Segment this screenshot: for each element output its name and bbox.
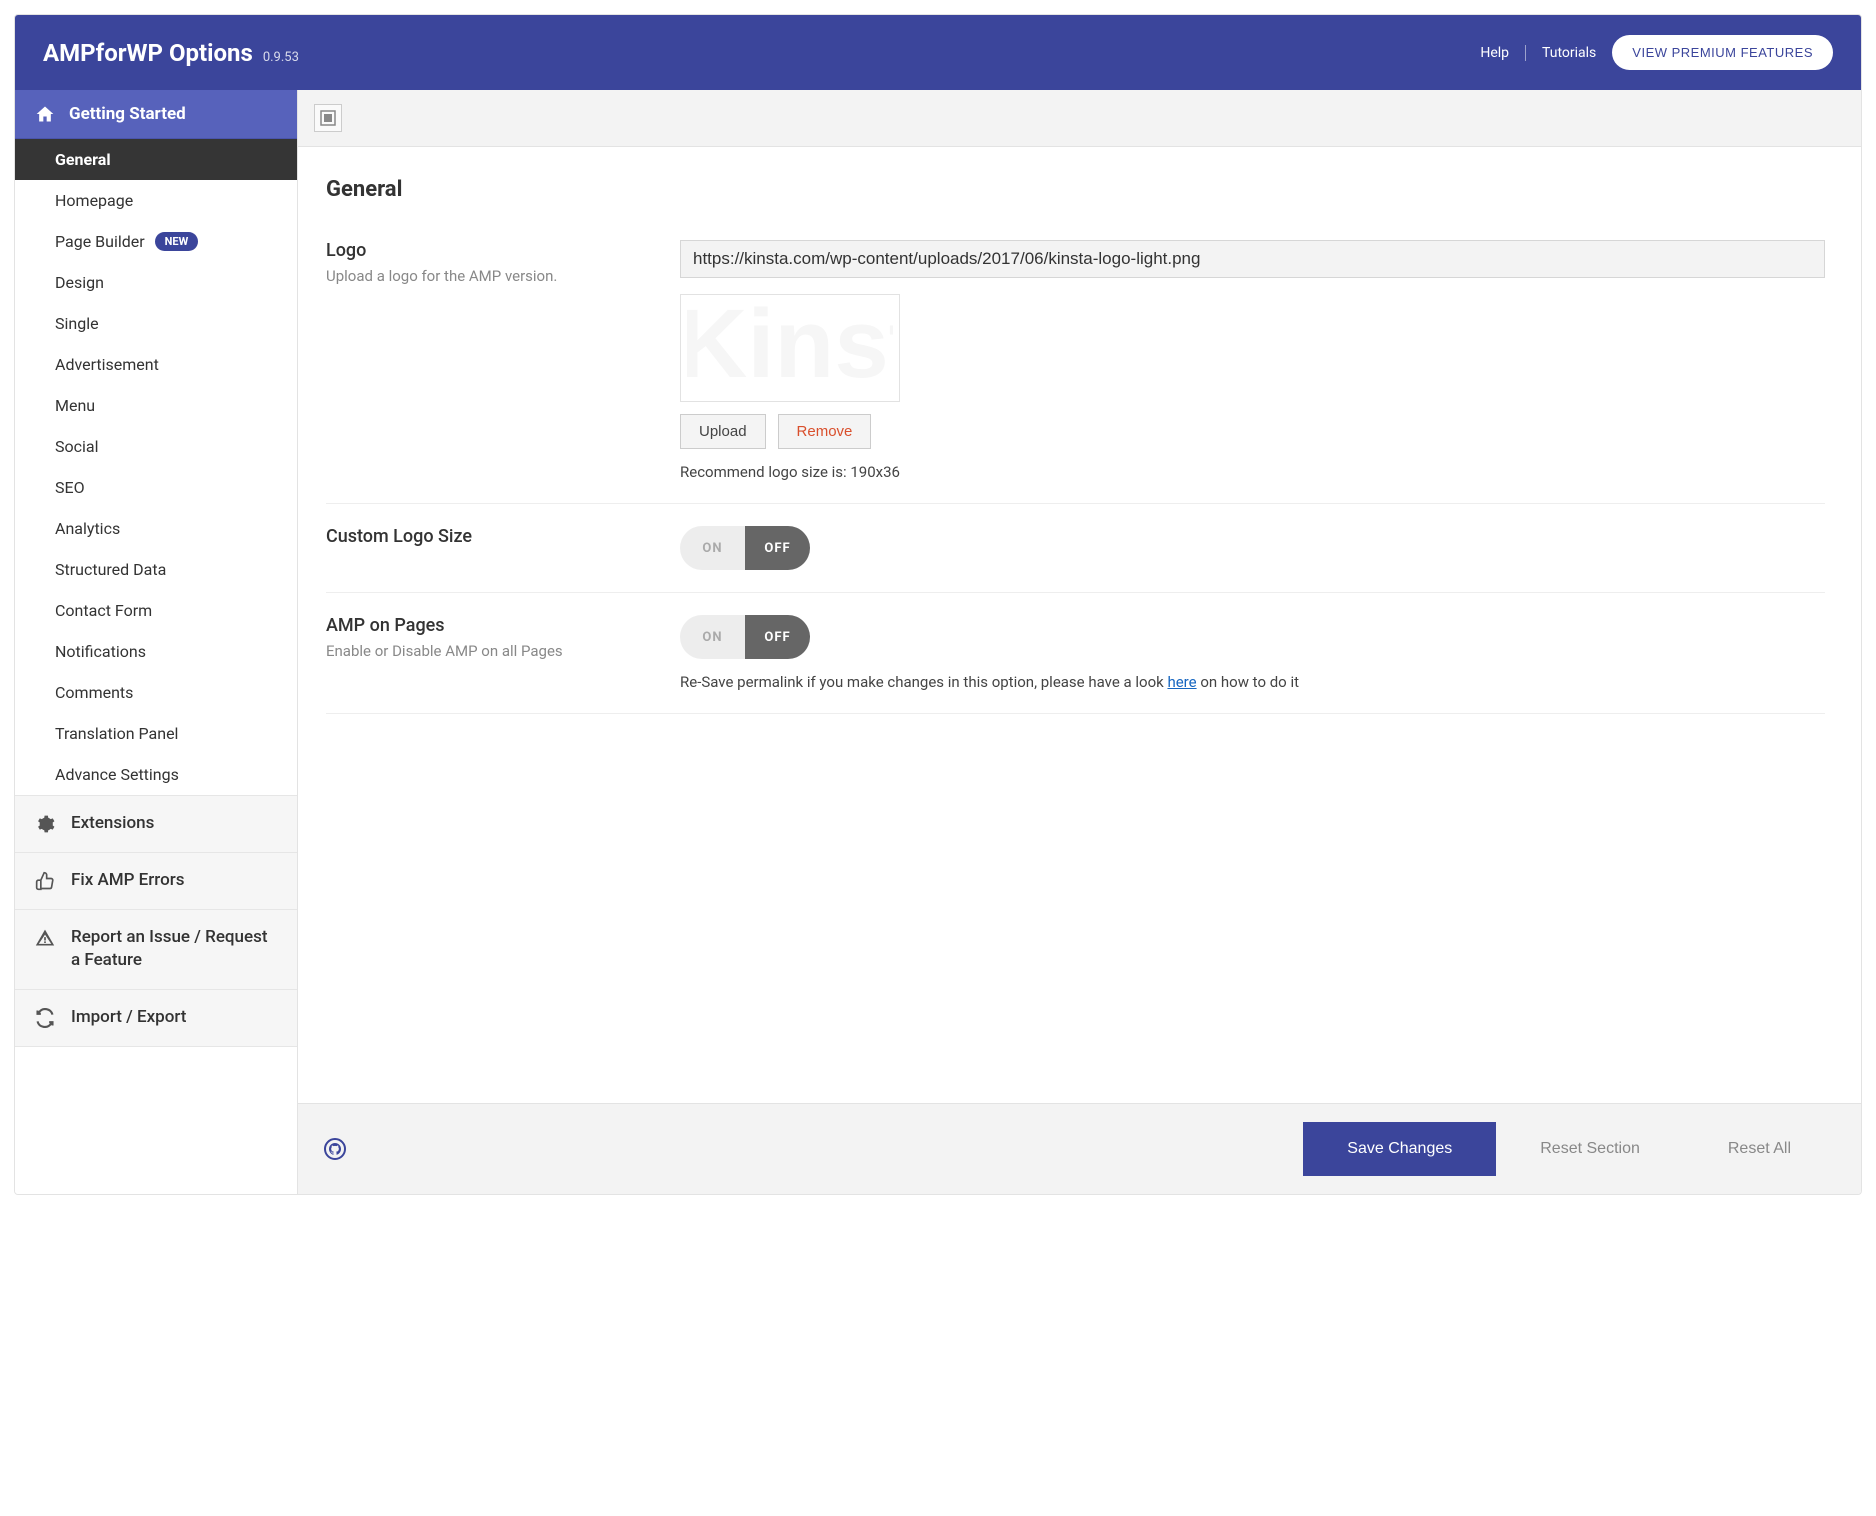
footer: Save Changes Reset Section Reset All	[298, 1103, 1861, 1194]
home-icon	[35, 104, 55, 124]
sidebar-section-getting-started[interactable]: Getting Started	[15, 90, 297, 139]
save-changes-button[interactable]: Save Changes	[1303, 1122, 1496, 1176]
tutorials-link[interactable]: Tutorials	[1542, 45, 1596, 61]
sidebar-item-notifications[interactable]: Notifications	[15, 631, 297, 672]
field-logo: Logo Upload a logo for the AMP version. …	[326, 236, 1825, 504]
toggle-off[interactable]: OFF	[745, 526, 810, 570]
amp-pages-note: Re-Save permalink if you make changes in…	[680, 673, 1825, 691]
field-custom-logo-size: Custom Logo Size ON OFF	[326, 504, 1825, 593]
expand-panel-button[interactable]	[314, 104, 342, 132]
custom-logo-label: Custom Logo Size	[326, 526, 656, 547]
logo-desc: Upload a logo for the AMP version.	[326, 267, 656, 285]
header: AMPforWP Options 0.9.53 Help Tutorials V…	[15, 15, 1861, 90]
sidebar-item-page-builder[interactable]: Page Builder NEW	[15, 221, 297, 262]
remove-button[interactable]: Remove	[778, 414, 872, 449]
sidebar-item-social[interactable]: Social	[15, 426, 297, 467]
upload-button[interactable]: Upload	[680, 414, 766, 449]
toggle-off[interactable]: OFF	[745, 615, 810, 659]
main: General Logo Upload a logo for the AMP v…	[298, 90, 1861, 1194]
amp-pages-desc: Enable or Disable AMP on all Pages	[326, 642, 656, 660]
github-icon[interactable]	[324, 1138, 346, 1160]
sidebar-item-advertisement[interactable]: Advertisement	[15, 344, 297, 385]
sidebar-item-homepage[interactable]: Homepage	[15, 180, 297, 221]
sidebar-item-analytics[interactable]: Analytics	[15, 508, 297, 549]
sidebar-item-single[interactable]: Single	[15, 303, 297, 344]
custom-logo-toggle[interactable]: ON OFF	[680, 526, 810, 570]
sidebar: Getting Started General Homepage Page Bu…	[15, 90, 298, 1194]
toggle-on[interactable]: ON	[680, 526, 745, 570]
amp-pages-label: AMP on Pages	[326, 615, 656, 636]
sidebar-item-seo[interactable]: SEO	[15, 467, 297, 508]
toggle-on[interactable]: ON	[680, 615, 745, 659]
sidebar-item-advance-settings[interactable]: Advance Settings	[15, 754, 297, 795]
help-link[interactable]: Help	[1480, 45, 1509, 61]
sidebar-item-comments[interactable]: Comments	[15, 672, 297, 713]
sidebar-item-import-export[interactable]: Import / Export	[15, 989, 297, 1047]
thumbs-up-icon	[35, 871, 55, 891]
view-premium-button[interactable]: VIEW PREMIUM FEATURES	[1612, 35, 1833, 70]
logo-preview: Kinst	[680, 294, 900, 402]
app-version: 0.9.53	[263, 50, 299, 65]
logo-recommend: Recommend logo size is: 190x36	[680, 463, 1825, 481]
sidebar-item-fix-errors[interactable]: Fix AMP Errors	[15, 852, 297, 909]
sidebar-item-design[interactable]: Design	[15, 262, 297, 303]
warning-icon	[35, 928, 55, 948]
sidebar-item-structured-data[interactable]: Structured Data	[15, 549, 297, 590]
reset-all-button[interactable]: Reset All	[1684, 1122, 1835, 1176]
sidebar-item-translation-panel[interactable]: Translation Panel	[15, 713, 297, 754]
app-title: AMPforWP Options	[43, 39, 253, 67]
permalink-help-link[interactable]: here	[1167, 673, 1196, 691]
section-title: General	[326, 177, 1825, 202]
gear-icon	[35, 814, 55, 834]
divider	[1525, 45, 1526, 61]
sidebar-item-general[interactable]: General	[15, 139, 297, 180]
logo-url-input[interactable]	[680, 240, 1825, 278]
logo-label: Logo	[326, 240, 656, 261]
sidebar-item-report-issue[interactable]: Report an Issue / Request a Feature	[15, 909, 297, 990]
new-badge: NEW	[155, 232, 199, 251]
svg-text:Kinst: Kinst	[687, 301, 893, 395]
sidebar-item-contact-form[interactable]: Contact Form	[15, 590, 297, 631]
sidebar-item-menu[interactable]: Menu	[15, 385, 297, 426]
sidebar-item-extensions[interactable]: Extensions	[15, 795, 297, 852]
amp-pages-toggle[interactable]: ON OFF	[680, 615, 810, 659]
field-amp-on-pages: AMP on Pages Enable or Disable AMP on al…	[326, 593, 1825, 714]
refresh-icon	[35, 1008, 55, 1028]
sidebar-section-label: Getting Started	[69, 104, 186, 124]
toolbar	[298, 90, 1861, 147]
reset-section-button[interactable]: Reset Section	[1496, 1122, 1684, 1176]
